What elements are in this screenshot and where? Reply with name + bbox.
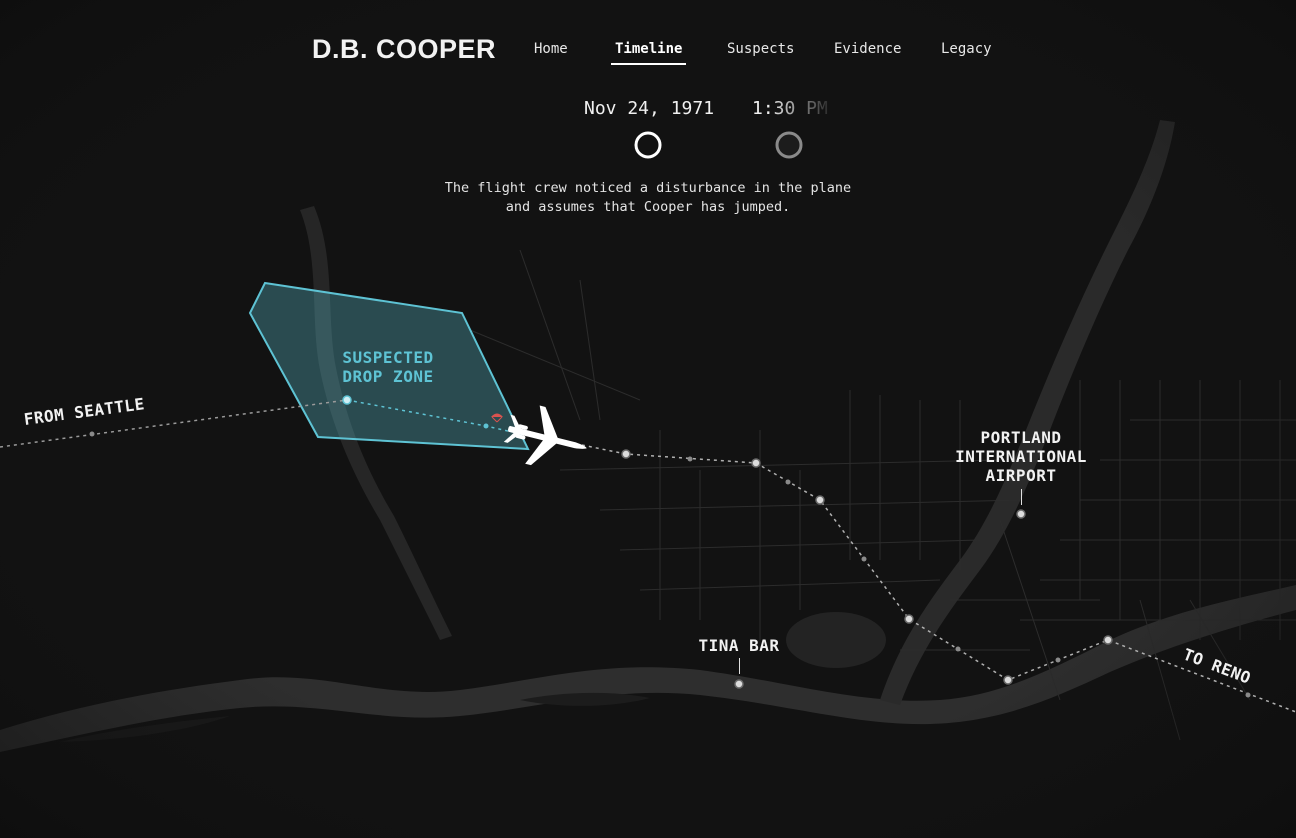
- timeline-time: 1:30 PM: [752, 98, 828, 119]
- route-waypoint[interactable]: [89, 431, 95, 437]
- nav-legacy[interactable]: Legacy: [941, 41, 992, 63]
- tina-bar-marker[interactable]: [734, 679, 744, 689]
- nav-timeline[interactable]: Timeline: [611, 41, 687, 65]
- main-nav: Home Timeline Suspects Evidence Legacy: [0, 41, 1296, 71]
- route-waypoint[interactable]: [815, 495, 825, 505]
- nav-suspects[interactable]: Suspects: [727, 41, 794, 63]
- route-waypoint[interactable]: [1103, 635, 1113, 645]
- drop-zone-label: SUSPECTED DROP ZONE: [330, 348, 446, 386]
- airport-label-line: PORTLAND: [980, 428, 1062, 447]
- airport-label-tick: [1021, 489, 1022, 505]
- route-waypoint[interactable]: [1003, 675, 1013, 685]
- route-waypoint[interactable]: [904, 614, 914, 624]
- drop-zone-label-line: DROP ZONE: [342, 367, 434, 386]
- airport-label-line: INTERNATIONAL: [955, 447, 1087, 466]
- route-waypoint[interactable]: [785, 479, 791, 485]
- route-waypoint[interactable]: [1055, 657, 1061, 663]
- slider-handle-active[interactable]: [634, 131, 662, 159]
- timeline-date: Nov 24, 1971: [584, 98, 715, 119]
- timeline-header: Nov 24, 1971 1:30 PM: [0, 98, 1296, 122]
- route-waypoint[interactable]: [342, 395, 352, 405]
- route-waypoint[interactable]: [751, 458, 761, 468]
- drop-zone-label-line: SUSPECTED: [342, 348, 434, 367]
- slider-stop[interactable]: [775, 131, 803, 159]
- timeline-slider[interactable]: [632, 128, 832, 162]
- map-canvas[interactable]: [0, 0, 1296, 838]
- portland-airport-label: PORTLAND INTERNATIONAL AIRPORT: [940, 428, 1102, 485]
- route-waypoint[interactable]: [955, 646, 961, 652]
- nav-home[interactable]: Home: [534, 41, 568, 63]
- vignette: [0, 0, 1296, 838]
- airport-marker[interactable]: [1016, 509, 1026, 519]
- route-waypoint[interactable]: [483, 423, 489, 429]
- route-waypoint[interactable]: [861, 556, 867, 562]
- event-description: The flight crew noticed a disturbance in…: [430, 179, 866, 217]
- description-line: and assumes that Cooper has jumped.: [505, 199, 791, 215]
- airport-label-line: AIRPORT: [985, 466, 1057, 485]
- tina-bar-label: TINA BAR: [698, 636, 780, 655]
- description-line: The flight crew noticed a disturbance in…: [444, 180, 852, 196]
- nav-evidence[interactable]: Evidence: [834, 41, 901, 63]
- tina-bar-label-tick: [739, 658, 740, 674]
- route-waypoint[interactable]: [621, 449, 631, 459]
- route-waypoint[interactable]: [687, 456, 693, 462]
- route-waypoint[interactable]: [1245, 692, 1251, 698]
